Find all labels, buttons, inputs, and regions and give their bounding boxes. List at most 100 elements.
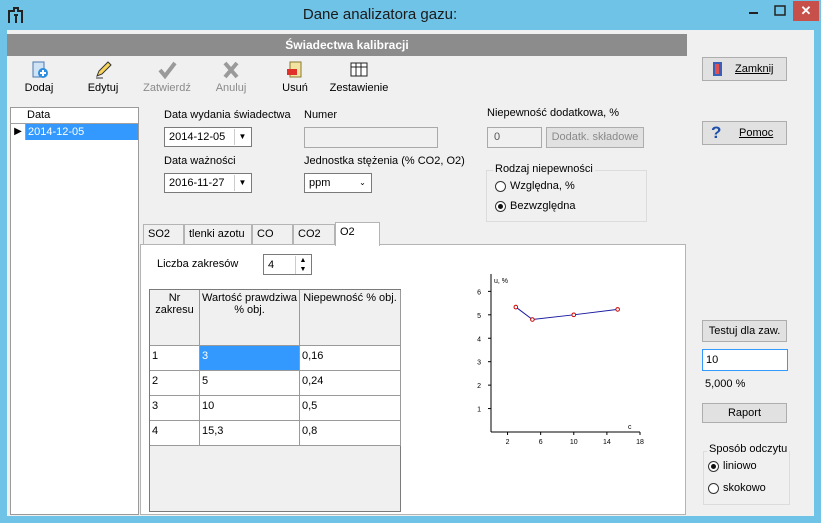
y-tick-label: 4	[477, 336, 481, 343]
step-radio[interactable]	[708, 483, 719, 494]
absolute-radio[interactable]	[495, 201, 506, 212]
y-tick-label: 1	[477, 407, 481, 414]
checkmark-icon	[137, 60, 197, 80]
table-icon	[329, 60, 389, 80]
spin-arrows-icon[interactable]: ▲ ▼	[295, 256, 310, 274]
tab-co[interactable]: CO	[252, 224, 293, 244]
close-button[interactable]: Zamknij	[702, 57, 787, 81]
data-point	[530, 317, 535, 322]
relative-radio-label: Względna, %	[510, 180, 575, 192]
uncertainty-type-group	[486, 170, 647, 222]
table-cell-nr[interactable]: 2	[150, 371, 200, 396]
minimize-button[interactable]	[740, 1, 767, 21]
table-cell-nr[interactable]: 4	[150, 421, 200, 446]
question-mark-icon: ?	[711, 123, 722, 142]
table-cell-value[interactable]: 3	[200, 346, 300, 371]
column-header-true-value[interactable]: Wartość prawdziwa % obj.	[200, 290, 300, 346]
table-cell-value[interactable]: 15,3	[200, 421, 300, 446]
data-point	[513, 304, 519, 310]
add-button[interactable]: Dodaj	[9, 60, 69, 100]
data-point	[571, 312, 577, 318]
column-header-uncertainty[interactable]: Niepewność % obj.	[300, 290, 401, 346]
x-icon	[201, 60, 261, 80]
tab-so2[interactable]: SO2	[143, 224, 184, 244]
y-tick-label: 5	[477, 313, 481, 320]
maximize-button[interactable]	[767, 1, 793, 21]
window-frame-left	[0, 30, 7, 523]
extra-uncertainty-field[interactable]: 0	[487, 127, 542, 148]
tab-nitrogen-oxides[interactable]: tlenki azotu	[184, 224, 252, 244]
data-point	[615, 307, 620, 312]
close-label: Zamknij	[735, 63, 774, 75]
report-button[interactable]: Raport	[702, 403, 787, 423]
help-label: Pomoc	[739, 127, 774, 139]
issue-date-picker[interactable]: 2014-12-05 ▼	[164, 127, 252, 147]
number-field[interactable]	[304, 127, 438, 148]
x-tick-label: 2	[506, 439, 510, 446]
x-tick-label: 14	[603, 439, 611, 446]
extra-components-button[interactable]: Dodatk. składowe	[546, 127, 644, 148]
certificate-date-list[interactable]: Data ▶ 2014-12-05	[10, 107, 139, 515]
range-count-value: 4	[268, 259, 275, 271]
range-count-stepper[interactable]: 4 ▲ ▼	[263, 254, 312, 275]
ranges-grid[interactable]: Nr zakresu Wartość prawdziwa % obj. Niep…	[149, 289, 401, 512]
range-count-label: Liczba zakresów	[157, 258, 239, 270]
table-cell-nr[interactable]: 1	[150, 346, 200, 371]
door-exit-icon	[711, 61, 725, 80]
approve-button[interactable]: Zatwierdź	[137, 60, 197, 100]
validity-date-value: 2016-11-27	[169, 177, 225, 189]
section-header: Świadectwa kalibracji	[7, 34, 687, 56]
summary-button[interactable]: Zestawienie	[329, 60, 389, 100]
test-value-field[interactable]: 10	[702, 349, 788, 371]
summary-label: Zestawienie	[329, 82, 389, 94]
add-document-icon	[9, 60, 69, 80]
table-cell-value[interactable]: 5	[200, 371, 300, 396]
relative-radio[interactable]	[495, 181, 506, 192]
add-label: Dodaj	[24, 82, 54, 94]
y-tick-label: 2	[477, 383, 481, 390]
chevron-down-icon: ▼	[234, 175, 250, 191]
list-item-date: 2014-12-05	[26, 124, 138, 140]
number-label: Numer	[304, 109, 338, 121]
cancel-label: Anuluj	[215, 82, 247, 94]
linear-radio[interactable]	[708, 461, 719, 472]
table-cell-value[interactable]: 10	[200, 396, 300, 421]
pencil-icon	[73, 60, 133, 80]
delete-button[interactable]: Usuń	[265, 60, 325, 100]
table-cell-uncertainty[interactable]: 0,8	[300, 421, 401, 446]
close-window-button[interactable]: ✕	[793, 1, 819, 21]
test-button[interactable]: Testuj dla zaw.	[702, 320, 787, 342]
x-tick-label: 18	[636, 439, 644, 446]
issue-date-value: 2014-12-05	[169, 131, 226, 143]
x-tick-label: 10	[570, 439, 578, 446]
y-axis-label: u, %	[494, 278, 508, 285]
table-cell-uncertainty[interactable]: 0,16	[300, 346, 401, 371]
table-cell-uncertainty[interactable]: 0,5	[300, 396, 401, 421]
read-method-label: Sposób odczytu	[707, 443, 790, 455]
unit-select[interactable]: ppm ⌄	[304, 173, 372, 193]
edit-label: Edytuj	[87, 82, 119, 94]
delete-document-icon	[265, 60, 325, 80]
column-header-nr[interactable]: Nr zakresu	[150, 290, 200, 346]
delete-label: Usuń	[282, 82, 308, 94]
approve-label: Zatwierdź	[143, 82, 191, 94]
y-tick-label: 6	[477, 289, 481, 296]
edit-button[interactable]: Edytuj	[73, 60, 133, 100]
window-frame-bottom	[0, 516, 821, 523]
window-title: Dane analizatora gazu:	[302, 6, 458, 23]
list-header[interactable]: Data	[11, 108, 138, 124]
cancel-button[interactable]: Anuluj	[201, 60, 261, 100]
validity-date-label: Data ważności	[164, 155, 236, 167]
tab-co2[interactable]: CO2	[293, 224, 335, 244]
unit-label: Jednostka stężenia (% CO2, O2)	[304, 155, 465, 167]
validity-date-picker[interactable]: 2016-11-27 ▼	[164, 173, 252, 193]
table-cell-nr[interactable]: 3	[150, 396, 200, 421]
table-cell-uncertainty[interactable]: 0,24	[300, 371, 401, 396]
help-button[interactable]: ? Pomoc	[702, 121, 787, 145]
row-marker-icon: ▶	[11, 124, 26, 140]
uncertainty-type-label: Rodzaj niepewności	[493, 163, 595, 175]
linear-radio-label: liniowo	[723, 460, 757, 472]
tab-o2[interactable]: O2	[335, 222, 380, 246]
list-item[interactable]: ▶ 2014-12-05	[11, 124, 138, 140]
chevron-down-icon: ▼	[234, 129, 250, 145]
